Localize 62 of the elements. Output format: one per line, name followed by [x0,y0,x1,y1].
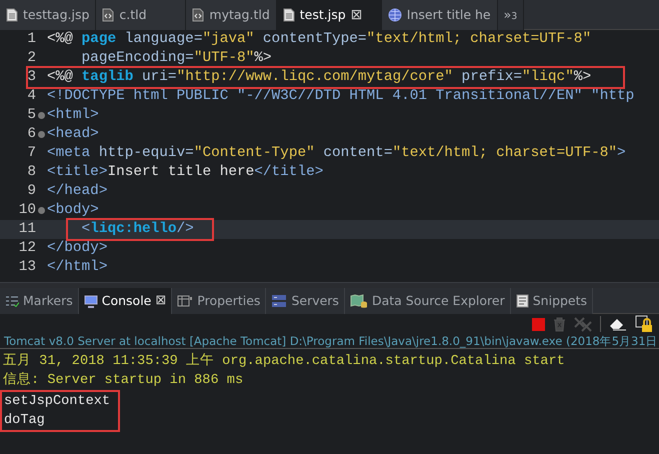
code-line: <html> [47,106,99,125]
console-line: doTag [4,412,46,430]
checklist-icon [5,295,19,307]
document-list-icon [516,294,529,308]
view-tab[interactable]: Properties [172,288,266,314]
code-line: </html> [47,258,108,277]
fold-toggle-icon[interactable] [38,131,45,138]
fold-toggle-icon[interactable] [38,112,45,119]
editor-tab[interactable]: test.jsp ⊠ [276,0,382,30]
file-icon [282,8,295,22]
code-line: <body> [47,201,99,220]
scroll-lock-button[interactable] [635,315,653,333]
console-line: 五月 31, 2018 11:35:39 上午 org.apache.catalina.startup.Catalina start [3,352,566,371]
stop-button[interactable] [532,318,545,330]
line-number: 2 [26,49,37,68]
code-line: <head> [47,125,99,144]
line-number: 6 [27,126,36,142]
map-database-icon [350,294,368,308]
code-line: </body> [47,239,108,258]
editor-tab[interactable]: testtag.jsp [0,0,96,30]
line-number: 1 [26,30,37,49]
server-rack-icon [271,294,288,308]
monitor-icon [84,294,98,308]
line-number: 5 [27,107,36,123]
view-tab[interactable]: Markers [0,288,79,314]
line-number: 3 [26,68,37,87]
console-line: setJspContext [4,393,110,411]
globe-icon [388,8,402,22]
file-icon [6,8,18,22]
code-line: </head> [47,182,108,201]
view-tab[interactable]: Snippets [510,288,594,314]
line-number: 11 [18,220,37,239]
code-line: <%@ taglib uri="http://www.liqc.com/mytag/core" prefix="liqc"%> [47,68,592,87]
line-number: 7 [26,144,37,163]
fold-toggle-icon[interactable] [38,207,45,214]
line-number: 12 [18,239,37,258]
code-line: <liqc:hello/> [80,220,194,239]
property-sheet-icon [177,295,194,307]
editor-tab[interactable]: mytag.tld [186,0,277,30]
code-file-icon [102,8,114,22]
code-line: <title>Insert title here</title> [47,163,324,182]
line-number: 4 [26,87,37,106]
eraser-button[interactable] [609,317,627,331]
code-line: <%@ page language="java" contentType="text/html; charset=UTF-8" [47,30,592,49]
view-tab[interactable]: Data Source Explorer [344,288,511,314]
close-icon[interactable]: ⊠ [155,291,166,311]
view-tab[interactable]: Servers [266,288,345,314]
console-line: 信息: Server startup in 886 ms [3,371,244,390]
close-icon[interactable]: ⊠ [350,4,362,26]
line-number: 9 [26,182,37,201]
code-line: <!DOCTYPE html PUBLIC "-//W3C//DTD HTML 4.01 Transitional//EN" "http [47,87,634,106]
line-number: 13 [18,258,37,277]
line-number: 10 [18,202,36,218]
console-process-title: Tomcat v8.0 Server at localhost [Apache Tomcat] D:\Program Files\Java\jre1.8.0_91\bin\javaw.exe (2018年5月31日 [0,334,659,349]
tab-overflow-button[interactable]: »$_{3}$ [498,0,524,30]
code-file-icon [192,8,204,22]
editor-tab[interactable]: Insert title he [382,0,498,30]
line-number: 8 [26,163,37,182]
code-line: <meta http-equiv="Content-Type" content="text/html; charset=UTF-8"> [47,144,626,163]
editor-tab[interactable]: c.tld [96,0,186,30]
code-line: pageEncoding="UTF-8"%> [80,49,272,68]
view-tab[interactable]: Console ⊠ [78,288,172,314]
